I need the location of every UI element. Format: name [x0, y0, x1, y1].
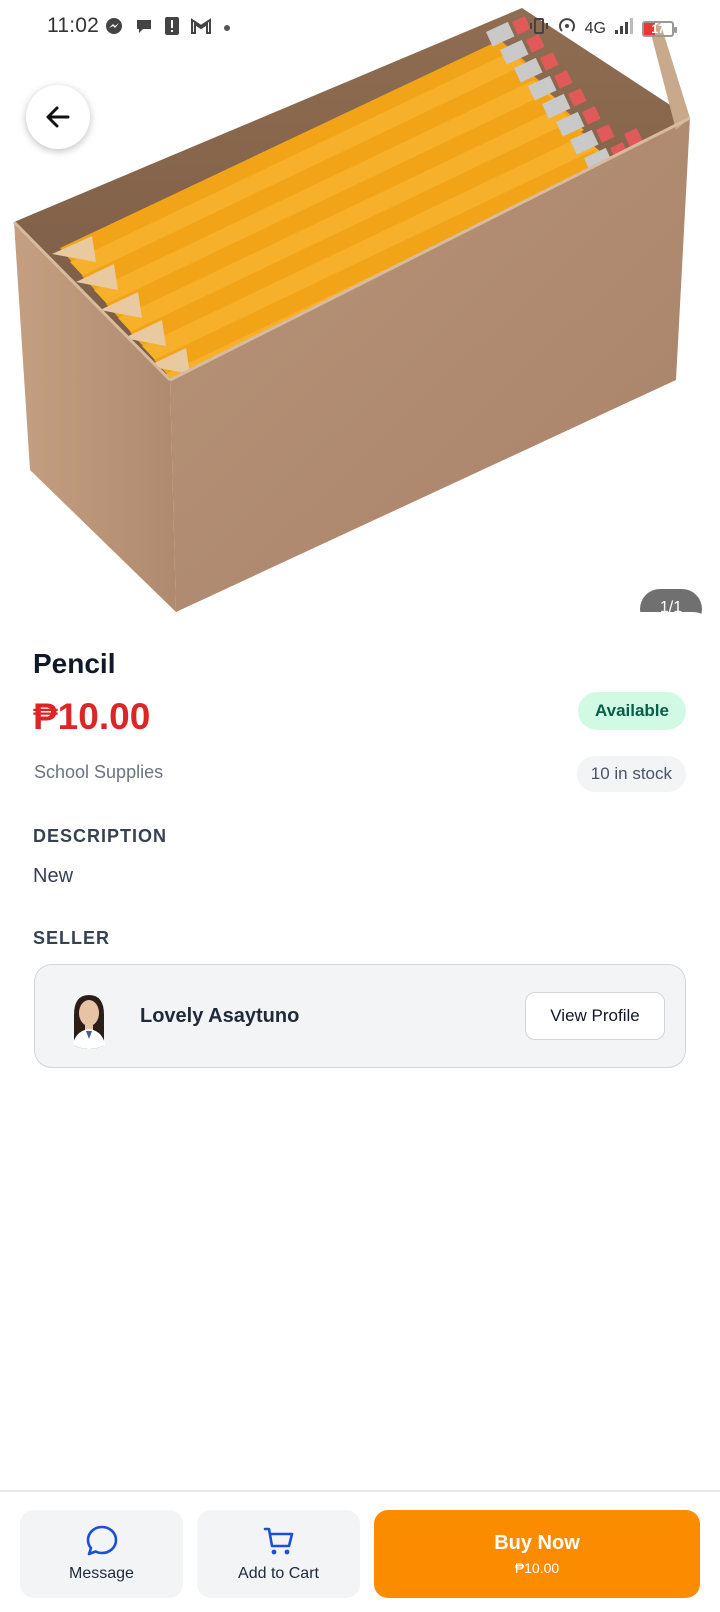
- network-type: 4G: [584, 19, 606, 37]
- product-image: 11:02 4G 17 1/1: [0, 0, 720, 640]
- description-label: DESCRIPTION: [33, 826, 168, 846]
- buy-now-label: Buy Now: [494, 1532, 580, 1554]
- bottom-action-bar: Message Add to Cart Buy Now ₱10.00: [0, 1490, 720, 1612]
- gmail-icon: [190, 17, 212, 40]
- seller-name: Lovely Asaytuno: [140, 1005, 300, 1027]
- arrow-left-icon: [46, 106, 70, 128]
- product-price: ₱10.00: [33, 696, 151, 737]
- availability-badge: Available: [577, 692, 686, 730]
- cart-icon: [263, 1527, 293, 1555]
- status-time: 11:02: [47, 14, 99, 37]
- buy-now-price: ₱10.00: [514, 1560, 560, 1576]
- system-icons: 4G 17: [529, 16, 677, 41]
- dot-icon: [222, 20, 232, 38]
- seller-card: Lovely Asaytuno View Profile: [34, 964, 686, 1068]
- buy-now-button[interactable]: Buy Now ₱10.00: [374, 1510, 700, 1598]
- alert-icon: [164, 16, 180, 41]
- message-label: Message: [69, 1565, 134, 1582]
- notification-icons: [104, 16, 232, 41]
- signal-icon: [614, 17, 634, 40]
- add-to-cart-button[interactable]: Add to Cart: [197, 1510, 360, 1598]
- hotspot-icon: [557, 16, 577, 41]
- description-text: New: [33, 865, 74, 887]
- message-icon: [86, 1525, 117, 1556]
- back-button[interactable]: [26, 85, 90, 149]
- product-title: Pencil: [33, 648, 116, 679]
- product-category: School Supplies: [34, 762, 164, 782]
- view-profile-button[interactable]: View Profile: [525, 992, 665, 1040]
- chat-icon: [134, 16, 154, 41]
- seller-avatar[interactable]: [56, 983, 122, 1049]
- battery-level: 17: [651, 21, 665, 36]
- product-details: Pencil ₱10.00 Available School Supplies …: [0, 612, 720, 1492]
- battery-icon: 17: [642, 20, 677, 37]
- seller-label: SELLER: [33, 928, 111, 948]
- messenger-icon: [104, 16, 124, 41]
- message-button[interactable]: Message: [20, 1510, 183, 1598]
- stock-badge: 10 in stock: [576, 756, 686, 792]
- add-to-cart-label: Add to Cart: [238, 1565, 319, 1582]
- status-bar: 11:02 4G 17: [0, 0, 720, 56]
- pencil-box-image: [12, 8, 691, 612]
- vibrate-icon: [529, 16, 549, 41]
